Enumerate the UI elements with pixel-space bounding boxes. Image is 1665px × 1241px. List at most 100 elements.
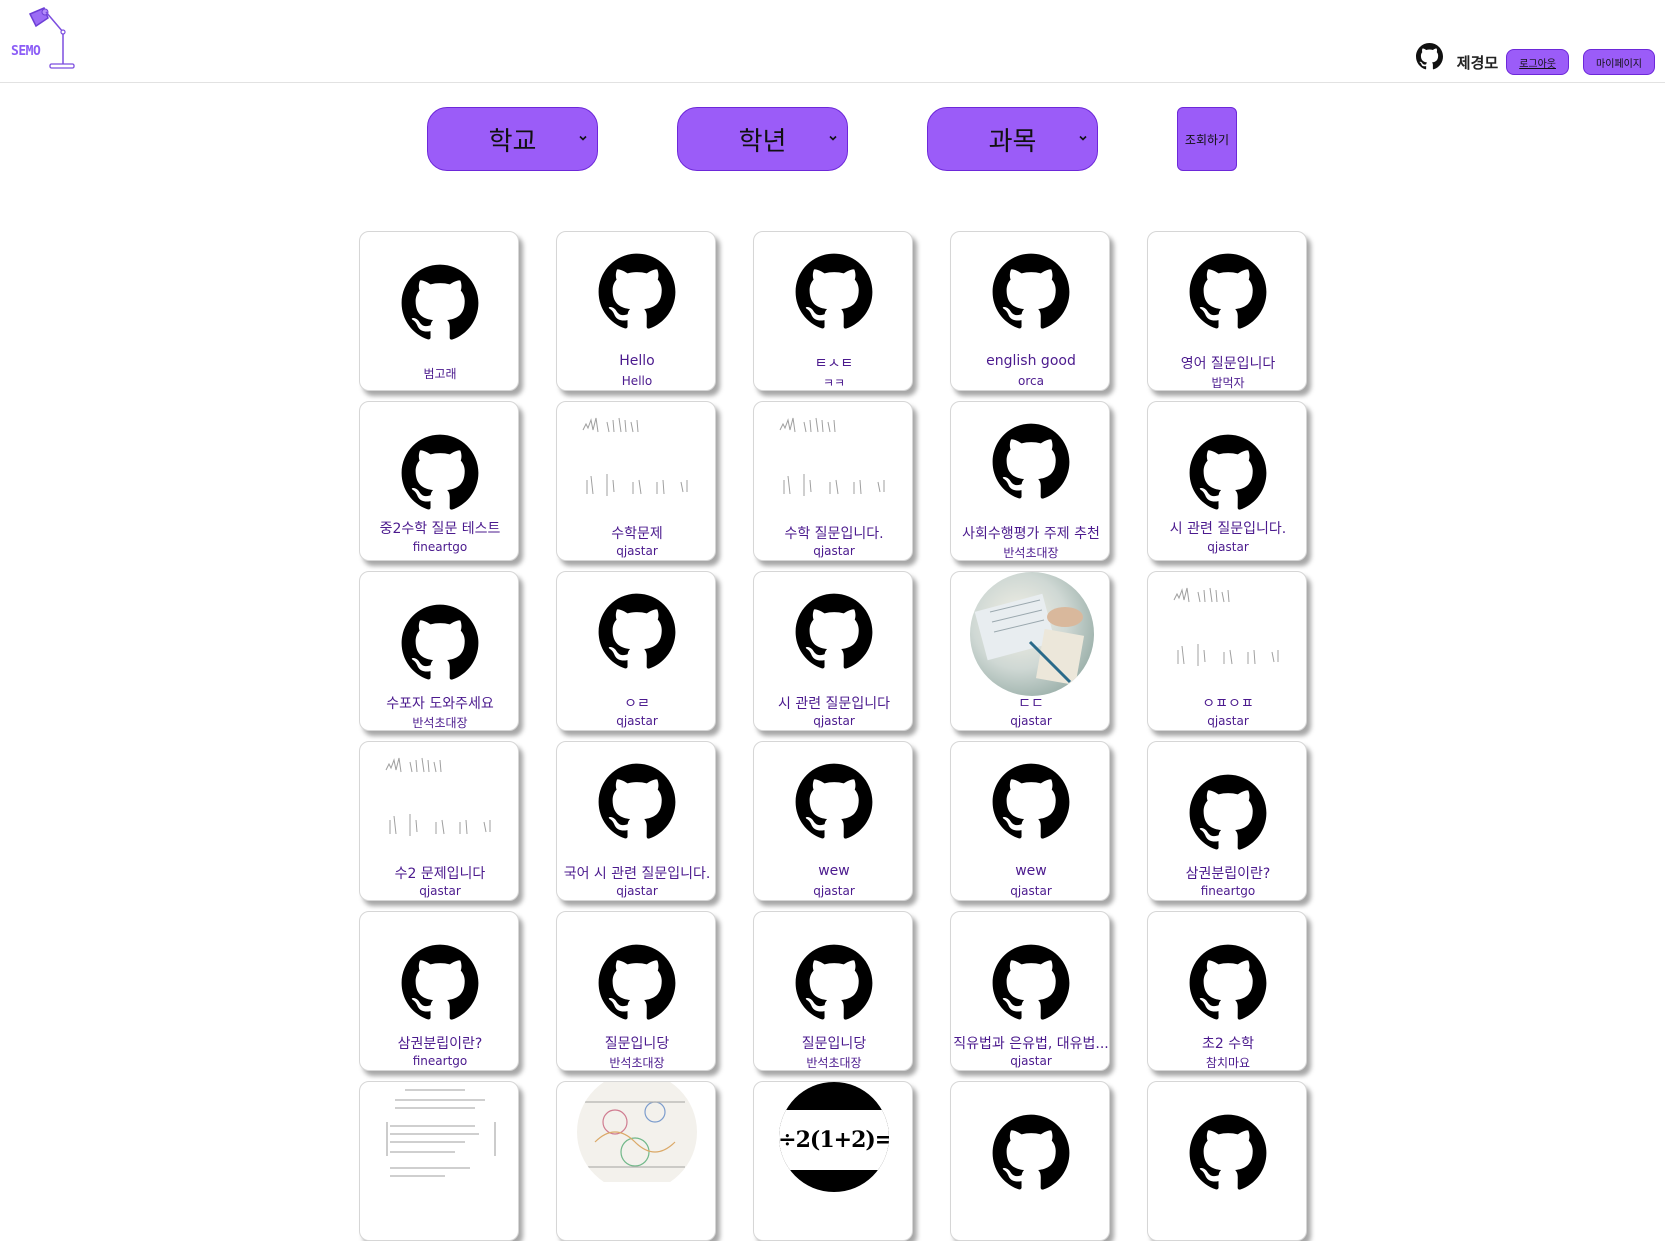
card-title: 수포자 도와주세요 (386, 696, 494, 712)
card-title: 삼권분립이란? (1185, 866, 1271, 882)
card-author: fineartgo (412, 540, 468, 554)
card-author: qjastar (1207, 540, 1249, 554)
github-icon (598, 593, 676, 669)
card-author: 참치마요 (1205, 1056, 1251, 1070)
user-name: 제경모 (1456, 53, 1499, 72)
question-card[interactable]: ㅇㅍㅇㅍ qjastar (1147, 571, 1307, 731)
semo-logo[interactable]: SEMO (8, 4, 84, 74)
top-header: SEMO 제경모 로그아웃 마이페이지 (0, 0, 1665, 83)
school-select[interactable]: 학교 (427, 107, 598, 171)
card-title: 시 관련 질문입니다 (778, 696, 890, 712)
notes-photo-image (577, 1082, 697, 1182)
card-title: 수2 문제입니다 (394, 866, 486, 882)
card-author: fineartgo (412, 1054, 468, 1068)
question-card[interactable]: 수포자 도와주세요반석초대장 (359, 571, 519, 731)
github-icon (1189, 253, 1267, 329)
handwritten-scan-image (779, 417, 885, 496)
question-card[interactable]: 수2 문제입니다 qjastar (359, 741, 519, 901)
question-card[interactable] (950, 1081, 1110, 1241)
study-photo-image (970, 572, 1094, 696)
question-card[interactable]: Hello Hello (556, 231, 716, 391)
chevron-down-icon (579, 135, 587, 141)
question-card[interactable]: 삼권분립이란? fineartgo (1147, 741, 1307, 901)
github-icon (401, 264, 479, 340)
github-icon (795, 253, 873, 329)
card-author: Hello (621, 374, 653, 388)
question-card[interactable]: english good orca (950, 231, 1110, 391)
handwritten-scan-image (1173, 587, 1279, 666)
chevron-down-icon (1079, 135, 1087, 141)
card-title: ㄷㄷ (1018, 696, 1044, 712)
question-card[interactable] (556, 1081, 716, 1241)
question-card[interactable]: 6÷2(1+2)=? (753, 1081, 913, 1241)
question-card[interactable]: 직유법과 은유법, 대유법... qjastar (950, 911, 1110, 1071)
question-card[interactable]: 중2수학 질문 테스트 fineartgo (359, 401, 519, 561)
user-area: 제경모 로그아웃 마이페이지 (1415, 42, 1655, 80)
card-title: 영어 질문입니다 (1180, 356, 1276, 372)
github-icon (992, 944, 1070, 1020)
puzzle-text: 6÷2(1+2)=? (779, 1110, 889, 1170)
question-card[interactable]: 범고래 (359, 231, 519, 391)
github-icon (992, 763, 1070, 839)
card-author: qjastar (1010, 714, 1052, 728)
card-author: 반석초대장 (412, 716, 468, 730)
question-card[interactable]: 수학 질문입니다. qjastar (753, 401, 913, 561)
github-icon (992, 423, 1070, 499)
card-title: 수학문제 (611, 526, 663, 542)
search-button[interactable]: 조회하기 (1177, 107, 1237, 171)
card-title: 중2수학 질문 테스트 (379, 521, 501, 537)
question-card[interactable]: 시 관련 질문입니다. qjastar (1147, 401, 1307, 561)
card-title: Hello (619, 353, 655, 369)
subject-select-label: 과목 (988, 126, 1037, 157)
question-card[interactable]: ㄷㄷ qjastar (950, 571, 1110, 731)
card-author: qjastar (616, 884, 658, 898)
grade-select-label: 학년 (738, 126, 787, 157)
subject-select[interactable]: 과목 (927, 107, 1098, 171)
logout-button[interactable]: 로그아웃 (1506, 49, 1569, 75)
mypage-button[interactable]: 마이페이지 (1583, 49, 1655, 75)
card-title: wew (1015, 863, 1047, 879)
card-title: 사회수행평가 주제 추천 (962, 526, 1100, 542)
question-card[interactable]: wew qjastar (950, 741, 1110, 901)
logo-text: SEMO (11, 44, 41, 59)
card-author: qjastar (1010, 1054, 1052, 1068)
question-card[interactable]: 초2 수학 참치마요 (1147, 911, 1307, 1071)
question-card[interactable] (1147, 1081, 1307, 1241)
question-card[interactable]: 국어 시 관련 질문입니다. qjastar (556, 741, 716, 901)
card-title: 직유법과 은유법, 대유법... (953, 1036, 1109, 1052)
github-icon (401, 434, 479, 510)
question-card[interactable]: ㅌㅅㅌ ㅋㅋ (753, 231, 913, 391)
question-card[interactable]: 영어 질문입니다밥먹자 (1147, 231, 1307, 391)
card-author: fineartgo (1200, 884, 1256, 898)
question-card[interactable]: 질문입니당 반석초대장 (753, 911, 913, 1071)
school-select-label: 학교 (488, 126, 537, 157)
desk-lamp-icon (28, 7, 75, 69)
question-card[interactable]: 수학문제 qjastar (556, 401, 716, 561)
card-author: qjastar (813, 714, 855, 728)
card-title: 시 관련 질문입니다. (1169, 521, 1287, 537)
github-icon[interactable] (1415, 42, 1443, 70)
question-card[interactable]: 삼권분립이란? fineartgo (359, 911, 519, 1071)
handwritten-scan-image (582, 417, 688, 496)
card-author: qjastar (813, 544, 855, 558)
github-icon (1189, 944, 1267, 1020)
github-icon (795, 763, 873, 839)
card-author: qjastar (1010, 884, 1052, 898)
question-card[interactable]: wew qjastar (753, 741, 913, 901)
card-author: 밥먹자 (1211, 376, 1245, 390)
question-card[interactable]: 질문입니당 반석초대장 (556, 911, 716, 1071)
card-author: 반석초대장 (806, 1056, 862, 1070)
card-title: 삼권분립이란? (397, 1036, 483, 1052)
question-card[interactable]: 사회수행평가 주제 추천 반석초대장 (950, 401, 1110, 561)
github-icon (401, 604, 479, 680)
question-card[interactable]: 시 관련 질문입니다 qjastar (753, 571, 913, 731)
card-author: ㅋㅋ (822, 376, 846, 390)
question-card[interactable] (359, 1081, 519, 1241)
card-title: english good (986, 353, 1076, 369)
card-title: wew (818, 863, 850, 879)
github-icon (992, 253, 1070, 329)
grade-select[interactable]: 학년 (677, 107, 848, 171)
github-icon (1189, 434, 1267, 510)
card-author: qjastar (616, 714, 658, 728)
question-card[interactable]: ㅇㄹ qjastar (556, 571, 716, 731)
